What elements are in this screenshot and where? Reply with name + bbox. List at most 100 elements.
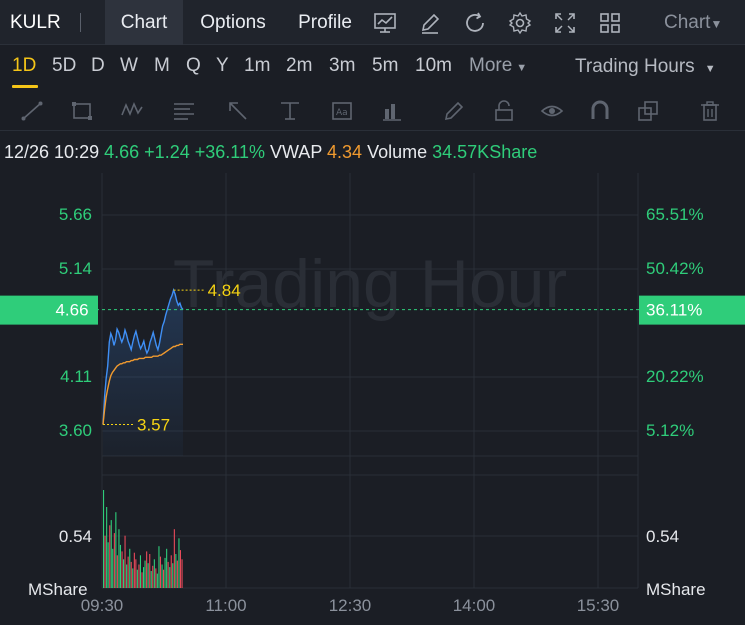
current-pct-tag-text: 36.11% [646, 301, 702, 320]
volume-bar [107, 542, 109, 588]
volume-bar [175, 554, 177, 588]
top-toolbar: KULR Chart Options Profile Chart▼ [0, 0, 745, 45]
y-right-label: 20.22% [646, 367, 704, 386]
volume-bar [173, 529, 175, 588]
volume-bar [135, 559, 137, 588]
volume-bar [136, 569, 138, 588]
period-m[interactable]: M [154, 55, 170, 77]
volume-bar [103, 490, 105, 588]
period-more[interactable]: More ▼ [469, 55, 527, 77]
caret-down-icon: ▼ [710, 17, 723, 31]
volume-bar [181, 559, 183, 588]
rectangle-icon[interactable] [70, 99, 94, 123]
volume-bar [178, 538, 180, 588]
period-10m[interactable]: 10m [415, 55, 452, 77]
eye-icon[interactable] [540, 99, 564, 123]
x-tick-label: 09:30 [81, 596, 124, 615]
vwap-label: VWAP [269, 142, 322, 162]
price-range-icon[interactable] [278, 99, 302, 123]
y-left-label: 5.66 [59, 205, 92, 224]
period-3m[interactable]: 3m [329, 55, 355, 77]
y-left-label: 4.11 [60, 367, 92, 386]
volume-bar [147, 563, 149, 588]
fullscreen-icon[interactable] [553, 11, 577, 35]
caret-down-icon: ▼ [704, 63, 716, 75]
period-2m[interactable]: 2m [286, 55, 312, 77]
volume-bar [109, 525, 111, 588]
trend-line-icon[interactable] [20, 99, 44, 123]
quote-change: +1.24 [144, 142, 190, 162]
wave-icon[interactable] [120, 99, 144, 123]
period-d[interactable]: D [91, 55, 105, 77]
period-5m[interactable]: 5m [372, 55, 398, 77]
period-bar: 1D 5D D W M Q Y 1m 2m 3m 5m 10m More ▼ Tr… [0, 45, 745, 91]
pen-icon[interactable] [442, 99, 466, 123]
volume-bar [166, 548, 168, 588]
volume-bar [167, 561, 169, 588]
volume-bar [161, 564, 163, 588]
bar-pattern-icon[interactable] [380, 99, 404, 123]
volume-bar [127, 556, 129, 588]
y-right-label: 65.51% [646, 205, 704, 224]
period-w[interactable]: W [120, 55, 138, 77]
volume-bar [129, 548, 131, 588]
tab-options[interactable]: Options [186, 0, 280, 45]
volume-axis-left-label: 0.54 [59, 527, 92, 546]
period-1d[interactable]: 1D [12, 55, 36, 77]
quote-datetime: 12/26 10:29 [4, 142, 100, 162]
volume-bar [139, 555, 141, 588]
tab-profile[interactable]: Profile [284, 0, 366, 45]
low-label: 3.57 [137, 416, 170, 435]
grid-layout-icon[interactable] [598, 11, 622, 35]
layers-icon[interactable] [636, 99, 660, 123]
volume-bar [143, 567, 145, 588]
svg-text:Aa: Aa [336, 108, 348, 118]
period-5d[interactable]: 5D [52, 55, 76, 77]
volume-value: 34.57KShare [432, 142, 538, 162]
arrow-icon[interactable] [226, 99, 250, 123]
volume-bar [141, 572, 143, 588]
x-tick-label: 12:30 [329, 596, 372, 615]
y-right-label: 50.42% [646, 259, 704, 278]
tab-chart[interactable]: Chart [105, 0, 183, 45]
volume-bar [138, 564, 140, 588]
session-select[interactable]: Trading Hours ▼ [575, 56, 716, 78]
chart-type-select[interactable]: Chart▼ [664, 12, 722, 34]
period-1m[interactable]: 1m [244, 55, 270, 77]
period-q[interactable]: Q [186, 55, 201, 77]
volume-axis-right-label: 0.54 [646, 527, 679, 546]
settings-gear-icon[interactable] [508, 11, 532, 35]
magnet-icon[interactable] [588, 99, 612, 123]
volume-bar [119, 544, 121, 588]
volume-bar [149, 554, 151, 588]
caret-down-icon: ▼ [516, 62, 528, 74]
y-right-label: 5.12% [646, 421, 694, 440]
trash-icon[interactable] [698, 99, 722, 123]
volume-bar [172, 563, 174, 588]
ticker-separator [80, 13, 81, 32]
lock-icon[interactable] [492, 99, 516, 123]
ticker-symbol[interactable]: KULR [10, 12, 61, 34]
volume-bar [153, 559, 155, 588]
volume-bar [144, 560, 146, 588]
x-tick-label: 11:00 [205, 596, 246, 615]
volume-bar [150, 571, 152, 588]
volume-bar [159, 556, 161, 588]
intraday-chart[interactable]: Trading Hour 4.66 36.11% 4.84 3.57 5.66 … [0, 170, 745, 625]
refresh-icon[interactable] [463, 11, 487, 35]
x-tick-label: 14:00 [453, 596, 496, 615]
text-note-icon[interactable]: Aa [330, 99, 354, 123]
volume-bar [121, 551, 123, 588]
session-label: Trading Hours [575, 56, 695, 77]
chart-line-icon[interactable] [373, 11, 397, 35]
current-price-tag-text: 4.66 [55, 301, 88, 320]
volume-unit-right: MShare [646, 580, 706, 599]
volume-bar [155, 568, 157, 588]
volume-bar [123, 559, 125, 588]
period-y[interactable]: Y [216, 55, 229, 77]
y-left-label: 3.60 [59, 421, 92, 440]
edit-icon[interactable] [418, 11, 442, 35]
fib-icon[interactable] [172, 99, 196, 123]
volume-bar [156, 573, 158, 588]
vwap-value: 4.34 [327, 142, 363, 162]
